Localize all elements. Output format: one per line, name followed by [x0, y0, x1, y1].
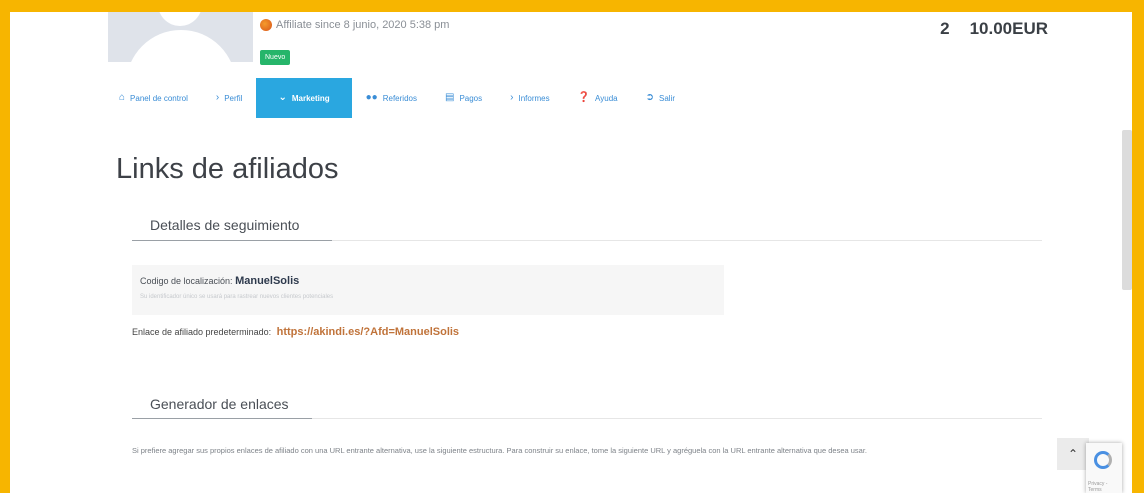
chevron-down-icon: ⌄ — [278, 92, 287, 103]
nav-item-informes[interactable]: › Informes — [496, 78, 563, 118]
section-divider-accent — [132, 418, 312, 419]
chevron-right-icon: › — [510, 92, 514, 103]
home-icon: ⌂ — [119, 92, 126, 103]
default-link-label: Enlace de afiliado predeterminado: — [132, 327, 272, 337]
nav-item-pagos[interactable]: ▤ Pagos — [431, 78, 496, 118]
payment-card-icon: ▤ — [444, 92, 455, 103]
nav-item-ayuda[interactable]: ❓ Ayuda — [564, 78, 632, 118]
main-nav: ⌂ Panel de control › Perfil ⌄ Marketing … — [105, 78, 689, 118]
balance-amount: 10.00EUR — [969, 19, 1048, 38]
recaptcha-icon — [1094, 451, 1112, 469]
sign-out-icon: ➲ — [645, 92, 654, 103]
section-divider — [332, 240, 1042, 241]
avatar — [108, 12, 253, 62]
nav-item-label: Informes — [518, 93, 550, 103]
default-link-url[interactable]: https://akindi.es/?Afd=ManuelSolis — [277, 326, 459, 338]
nav-item-label: Referidos — [382, 93, 417, 103]
help-icon: ❓ — [577, 92, 591, 103]
page: Affiliate since 8 junio, 2020 5:38 pm Nu… — [10, 12, 1132, 493]
nav-item-perfil[interactable]: › Perfil — [202, 78, 257, 118]
tracking-code-label: Codigo de localización: — [140, 276, 233, 286]
status-badge: Nuevo — [260, 50, 291, 65]
chevron-up-icon: ⌃ — [1067, 447, 1079, 461]
tracking-code-box: Codigo de localización: ManuelSolis Su i… — [132, 265, 724, 315]
tracking-code-help: Su identificador único se usará para ras… — [140, 294, 334, 300]
users-icon: ●● — [365, 92, 378, 103]
affiliate-since-text: Affiliate since 8 junio, 2020 5:38 pm — [276, 19, 450, 31]
default-affiliate-link: Enlace de afiliado predeterminado: https… — [132, 326, 459, 338]
nav-item-label: Panel de control — [130, 93, 188, 103]
page-scrollbar[interactable] — [1122, 130, 1132, 290]
nav-item-referidos[interactable]: ●● Referidos — [352, 78, 431, 118]
tracking-code-value: ManuelSolis — [235, 275, 300, 287]
recaptcha-text: Privacy - Terms — [1088, 481, 1108, 493]
user-status-icon — [260, 19, 272, 31]
balance: 2 10.00EUR — [940, 19, 1048, 39]
nav-item-marketing[interactable]: ⌄ Marketing — [256, 78, 352, 118]
section-divider-accent — [132, 240, 332, 241]
nav-item-label: Perfil — [224, 93, 243, 103]
tracking-section-title: Detalles de seguimiento — [150, 217, 300, 233]
page-title: Links de afiliados — [116, 153, 339, 185]
nav-item-label: Pagos — [459, 93, 483, 103]
balance-count: 2 — [940, 19, 950, 38]
affiliate-since: Affiliate since 8 junio, 2020 5:38 pm — [260, 19, 449, 31]
recaptcha-badge[interactable]: Privacy - Terms — [1086, 443, 1122, 493]
nav-item-label: Salir — [658, 93, 675, 103]
scroll-to-top-button[interactable]: ⌃ — [1057, 438, 1089, 470]
nav-item-salir[interactable]: ➲ Salir — [632, 78, 689, 118]
nav-item-label: Ayuda — [595, 93, 618, 103]
generator-section-title: Generador de enlaces — [150, 396, 289, 412]
generator-description: Si prefiere agregar sus propios enlaces … — [132, 446, 868, 455]
nav-item-panel-de-control[interactable]: ⌂ Panel de control — [105, 78, 202, 118]
nav-item-label: Marketing — [291, 93, 330, 103]
tracking-code-row: Codigo de localización: ManuelSolis — [140, 275, 299, 287]
section-divider — [312, 418, 1042, 419]
chevron-right-icon: › — [215, 92, 220, 103]
